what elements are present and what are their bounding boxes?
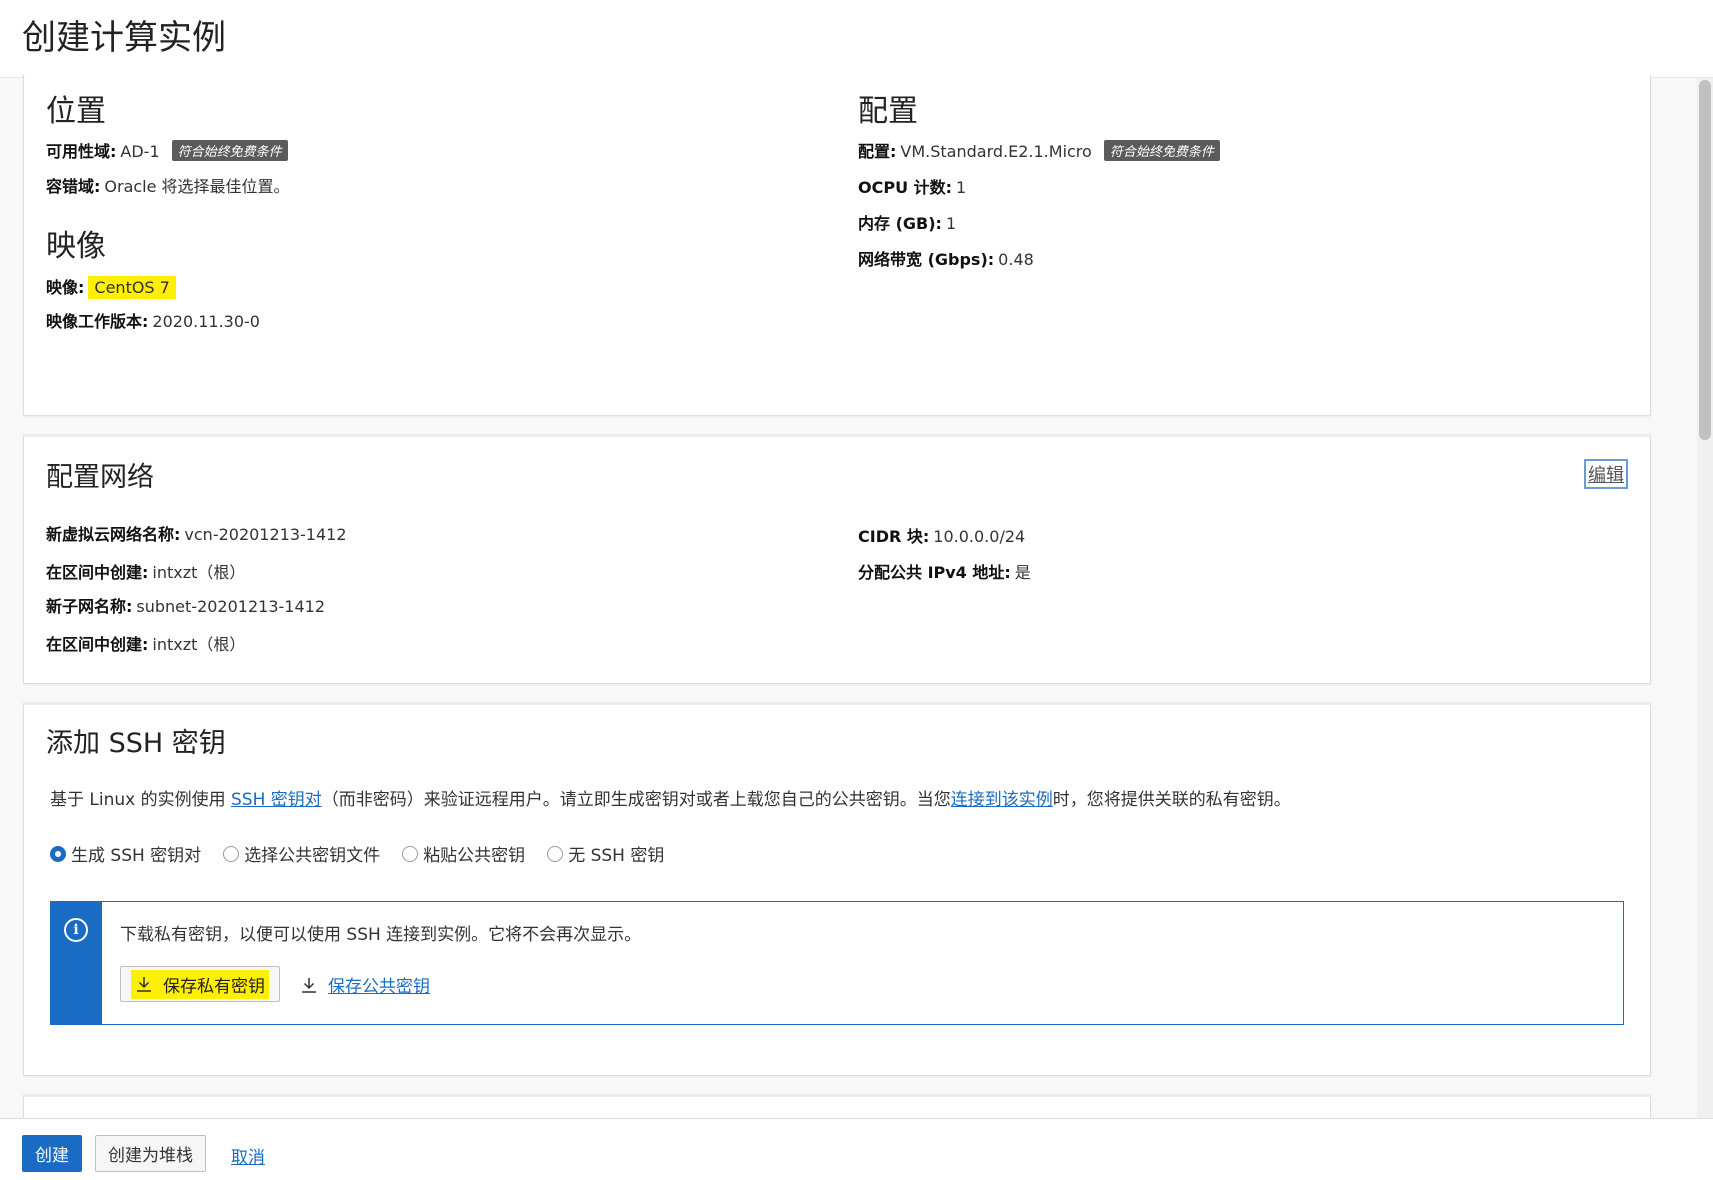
always-free-badge: 符合始终免费条件 (1103, 140, 1220, 161)
form-footer: 创建 创建为堆栈 取消 (0, 1118, 1713, 1180)
radio-button[interactable] (223, 845, 240, 862)
networking-card: 配置网络 编辑 新虚拟云网络名称: vcn-20201213-1412 在区间中创… (23, 434, 1651, 684)
download-icon (302, 977, 316, 993)
edit-networking-button[interactable]: 编辑 (1584, 459, 1628, 489)
subnet-compartment-row: 在区间中创建: intxzt（根） (46, 631, 245, 655)
radio-label: 选择公共密钥文件 (244, 846, 381, 866)
image-heading: 映像 (46, 229, 106, 264)
shape-row: 配置: VM.Standard.E2.1.Micro 符合始终免费条件 (858, 138, 1220, 162)
radio-paste-public-key[interactable]: 粘贴公共密钥 (402, 841, 525, 866)
info-alert: i 下载私有密钥，以便可以使用 SSH 连接到实例。它将不会再次显示。 保存私有… (50, 901, 1624, 1025)
subnet-name-value: subnet-20201213-1412 (136, 597, 325, 616)
shape-label: 配置: (858, 142, 897, 161)
radio-button[interactable] (402, 845, 419, 862)
memory-row: 内存 (GB): 1 (858, 210, 956, 234)
ssh-keys-card: 添加 SSH 密钥 基于 Linux 的实例使用 SSH 密钥对（而非密码）来验… (23, 702, 1651, 1076)
memory-value: 1 (945, 214, 957, 233)
save-public-key-button[interactable]: 保存公共密钥 (300, 972, 430, 997)
radio-label: 粘贴公共密钥 (423, 846, 526, 866)
radio-label: 生成 SSH 密钥对 (71, 846, 202, 866)
ssh-desc-prefix: 基于 Linux 的实例使用 (50, 790, 232, 810)
create-button[interactable]: 创建 (22, 1135, 82, 1172)
public-ip-row: 分配公共 IPv4 地址: 是 (858, 559, 1031, 583)
fault-domain-value: Oracle 将选择最佳位置。 (104, 177, 290, 196)
create-as-stack-button[interactable]: 创建为堆栈 (95, 1135, 206, 1172)
radio-button[interactable] (547, 845, 564, 862)
ssh-desc-suffix: 时，您将提供关联的私有密钥。 (1052, 790, 1291, 810)
public-ip-label: 分配公共 IPv4 地址: (858, 563, 1011, 582)
always-free-badge: 符合始终免费条件 (171, 140, 288, 161)
vcn-compartment-value: intxzt（根） (152, 563, 246, 582)
info-alert-text: 下载私有密钥，以便可以使用 SSH 连接到实例。它将不会再次显示。 (120, 925, 642, 945)
availability-domain-label: 可用性域: (46, 142, 117, 161)
radio-no-ssh-key[interactable]: 无 SSH 密钥 (547, 841, 664, 866)
ssh-option-group: 生成 SSH 密钥对 选择公共密钥文件 粘贴公共密钥 无 SSH 密钥 (50, 841, 664, 866)
shape-heading: 配置 (858, 94, 918, 129)
image-build-label: 映像工作版本: (46, 312, 149, 331)
image-value: CentOS 7 (88, 276, 176, 299)
save-public-key-label[interactable]: 保存公共密钥 (328, 972, 430, 997)
image-build-row: 映像工作版本: 2020.11.30-0 (46, 308, 260, 332)
download-icon (137, 977, 151, 992)
cancel-link[interactable]: 取消 (231, 1143, 265, 1168)
ssh-heading: 添加 SSH 密钥 (46, 728, 226, 759)
radio-button-selected[interactable] (50, 845, 66, 862)
scrollbar-thumb[interactable] (1699, 80, 1711, 440)
info-icon: i (64, 918, 88, 942)
availability-domain-row: 可用性域: AD-1 符合始终免费条件 (46, 138, 288, 162)
networking-heading: 配置网络 (46, 462, 154, 493)
image-row: 映像: CentOS 7 (46, 274, 176, 299)
ssh-desc-middle: （而非密码）来验证远程用户。请立即生成密钥对或者上载您自己的公共密钥。当您 (321, 790, 951, 810)
shape-value: VM.Standard.E2.1.Micro (900, 142, 1092, 161)
vcn-compartment-label: 在区间中创建: (46, 563, 149, 582)
vcn-name-row: 新虚拟云网络名称: vcn-20201213-1412 (46, 521, 347, 545)
ocpu-row: OCPU 计数: 1 (858, 174, 966, 198)
cidr-value: 10.0.0.0/24 (933, 527, 1026, 546)
image-build-value: 2020.11.30-0 (152, 312, 260, 331)
bandwidth-row: 网络带宽 (Gbps): 0.48 (858, 246, 1034, 270)
public-ip-value: 是 (1014, 563, 1031, 582)
save-private-key-label: 保存私有密钥 (163, 976, 265, 997)
radio-generate-key-pair[interactable]: 生成 SSH 密钥对 (50, 841, 201, 866)
bandwidth-label: 网络带宽 (Gbps): (858, 250, 995, 269)
radio-choose-public-key-file[interactable]: 选择公共密钥文件 (223, 841, 380, 866)
ocpu-label: OCPU 计数: (858, 178, 953, 197)
ssh-key-pair-link[interactable]: SSH 密钥对 (231, 790, 322, 810)
radio-label: 无 SSH 密钥 (568, 846, 665, 866)
info-alert-bar: i (51, 902, 102, 1024)
vcn-name-label: 新虚拟云网络名称: (46, 525, 181, 544)
memory-label: 内存 (GB): (858, 214, 942, 233)
page-title: 创建计算实例 (22, 18, 226, 58)
image-label: 映像: (46, 278, 85, 297)
fault-domain-row: 容错域: Oracle 将选择最佳位置。 (46, 173, 290, 197)
ocpu-value: 1 (956, 178, 967, 197)
connect-instance-link[interactable]: 连接到该实例 (951, 790, 1053, 810)
summary-card: 位置 可用性域: AD-1 符合始终免费条件 容错域: Oracle 将选择最佳位置。… (23, 74, 1651, 416)
cidr-row: CIDR 块: 10.0.0.0/24 (858, 523, 1025, 547)
ssh-description: 基于 Linux 的实例使用 SSH 密钥对（而非密码）来验证远程用户。请立即生… (50, 785, 1291, 810)
subnet-name-row: 新子网名称: subnet-20201213-1412 (46, 593, 325, 617)
subnet-compartment-label: 在区间中创建: (46, 635, 149, 654)
vcn-name-value: vcn-20201213-1412 (184, 525, 347, 544)
placement-heading: 位置 (46, 94, 106, 129)
subnet-name-label: 新子网名称: (46, 597, 133, 616)
cidr-label: CIDR 块: (858, 527, 930, 546)
availability-domain-value: AD-1 (120, 142, 160, 161)
fault-domain-label: 容错域: (46, 177, 101, 196)
vcn-compartment-row: 在区间中创建: intxzt（根） (46, 559, 245, 583)
page-header: 创建计算实例 (0, 0, 1713, 78)
bandwidth-value: 0.48 (998, 250, 1034, 269)
save-private-key-button[interactable]: 保存私有密钥 (120, 966, 280, 1002)
subnet-compartment-value: intxzt（根） (152, 635, 246, 654)
